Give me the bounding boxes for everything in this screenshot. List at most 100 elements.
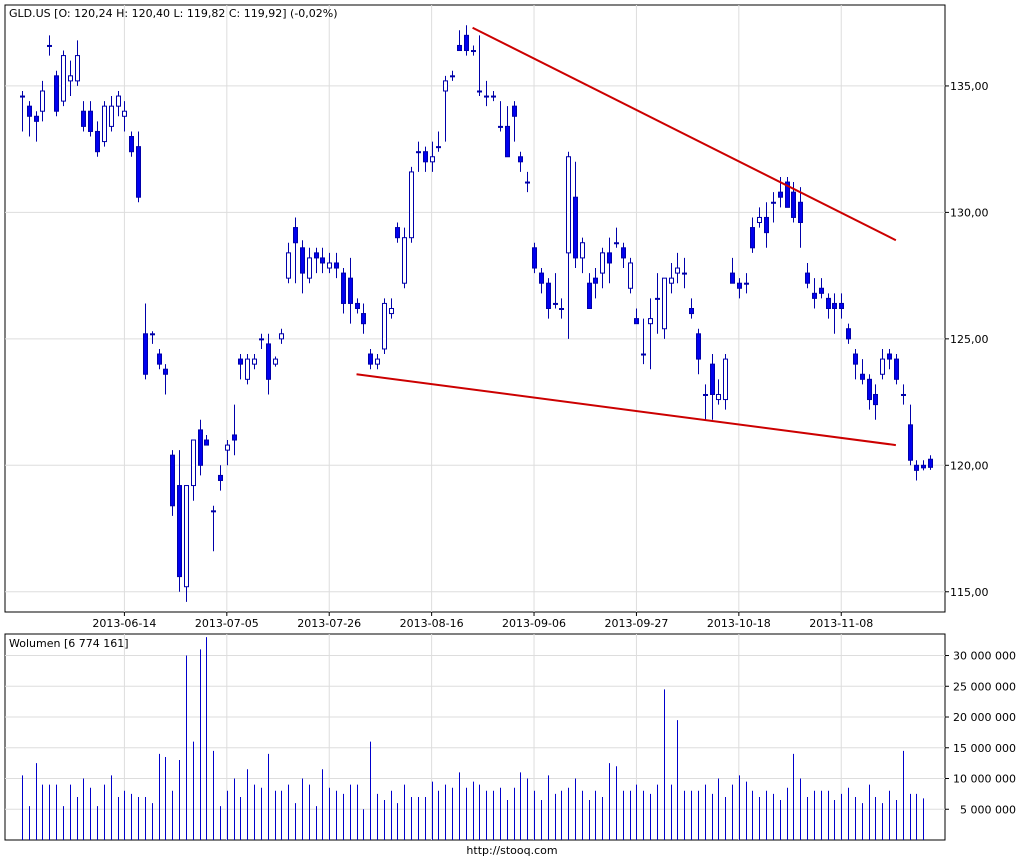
candle-body (327, 262, 332, 269)
candle-body (593, 277, 598, 284)
volume-tick-label: 25 000 000 (953, 680, 1016, 693)
candle-body (163, 368, 168, 375)
volume-tick-label: 20 000 000 (953, 711, 1016, 724)
candle-body (27, 105, 32, 117)
candle-body (662, 277, 667, 330)
candle-body (320, 257, 325, 264)
volume-tick-label: 15 000 000 (953, 742, 1016, 755)
candle-body (416, 151, 421, 154)
candle-body (341, 272, 346, 304)
candle-body (457, 44, 462, 52)
candle-body (512, 105, 517, 117)
candle-body (908, 424, 913, 461)
date-tick-label: 2013-11-08 (809, 617, 873, 630)
stock-chart: 135,00 130,00 125,00 120,00 115,00 30 000 00… (4, 4, 1016, 841)
date-tick-label: 2013-07-05 (195, 617, 259, 630)
candle-body (81, 110, 86, 127)
candle-body (682, 272, 687, 275)
candle-body (901, 393, 906, 396)
candle-body (238, 358, 243, 365)
price-axis: 135,00 130,00 125,00 120,00 115,00 (945, 80, 989, 599)
candle-body (61, 55, 66, 102)
date-tick-label: 2013-10-18 (707, 617, 771, 630)
candle-body (423, 151, 428, 163)
price-tick-label: 115,00 (950, 586, 989, 599)
volume-axis: 30 000 000 25 000 000 20 000 000 15 000 000… (945, 650, 1016, 816)
candle-body (471, 50, 476, 53)
candle-body (696, 333, 701, 360)
candle-body (68, 75, 73, 82)
candle-body (798, 201, 803, 224)
candle-body (116, 95, 121, 107)
candle-body (395, 227, 400, 239)
candle-body (853, 353, 858, 365)
candle-body (259, 338, 264, 341)
candle-body (88, 110, 93, 132)
candle-body (580, 242, 585, 259)
candle-body (505, 125, 510, 158)
candle-body (607, 252, 612, 264)
candle-body (826, 297, 831, 309)
candle-body (136, 146, 141, 198)
candle-body (573, 196, 578, 259)
candle-body (518, 156, 523, 163)
candle-body (122, 110, 127, 117)
candle-body (443, 80, 448, 92)
candle-body (361, 313, 366, 325)
candle-body (225, 444, 230, 451)
candle-body (750, 227, 755, 249)
candle-body (477, 90, 482, 93)
candle-body (382, 302, 387, 350)
candle-body (600, 252, 605, 274)
candle-body (232, 434, 237, 441)
candle-body (95, 130, 100, 153)
candle-body (252, 358, 257, 365)
candle-body (778, 191, 783, 198)
volume-tick-label: 10 000 000 (953, 773, 1016, 786)
candle-body (279, 333, 284, 340)
candle-body (355, 302, 360, 310)
candle-body (348, 277, 353, 304)
candle-body (723, 358, 728, 401)
candle-body (669, 277, 674, 284)
price-tick-label: 130,00 (950, 206, 989, 219)
candle-body (867, 378, 872, 401)
candle-body (628, 262, 633, 289)
candle-body (34, 115, 39, 122)
candle-body (211, 510, 216, 513)
candle-body (54, 75, 59, 112)
candle-body (703, 393, 708, 396)
candle-body (109, 105, 114, 127)
candle-body (689, 308, 694, 315)
candle-body (839, 302, 844, 310)
date-axis: 2013-06-14 2013-07-05 2013-07-26 2013-08-16… (92, 612, 873, 630)
candle-body (716, 393, 721, 401)
candle-body (648, 318, 653, 325)
candle-body (143, 333, 148, 375)
footer-link[interactable]: http://stooq.com (0, 844, 1024, 857)
price-tick-label: 120,00 (950, 459, 989, 472)
candle-body (621, 247, 626, 259)
candle-body (491, 95, 496, 98)
date-tick-label: 2013-08-16 (400, 617, 464, 630)
candle-body (546, 282, 551, 310)
candle-body (737, 282, 742, 289)
candle-body (191, 439, 196, 487)
volume-tick-label: 30 000 000 (953, 650, 1016, 663)
candle-body (245, 358, 250, 380)
candle-body (634, 318, 639, 325)
candle-body (402, 237, 407, 284)
candle-body (791, 191, 796, 218)
candle-body (177, 485, 182, 578)
candle-body (129, 136, 134, 153)
candle-body (532, 247, 537, 269)
candle-body (334, 262, 339, 269)
candle-body (819, 287, 824, 294)
candle-body (430, 156, 435, 163)
date-tick-label: 2013-09-27 (604, 617, 668, 630)
candle-body (389, 308, 394, 315)
candle-body (812, 292, 817, 299)
candle-body (587, 282, 592, 310)
candle-body (928, 458, 933, 468)
candle-body (525, 181, 530, 184)
